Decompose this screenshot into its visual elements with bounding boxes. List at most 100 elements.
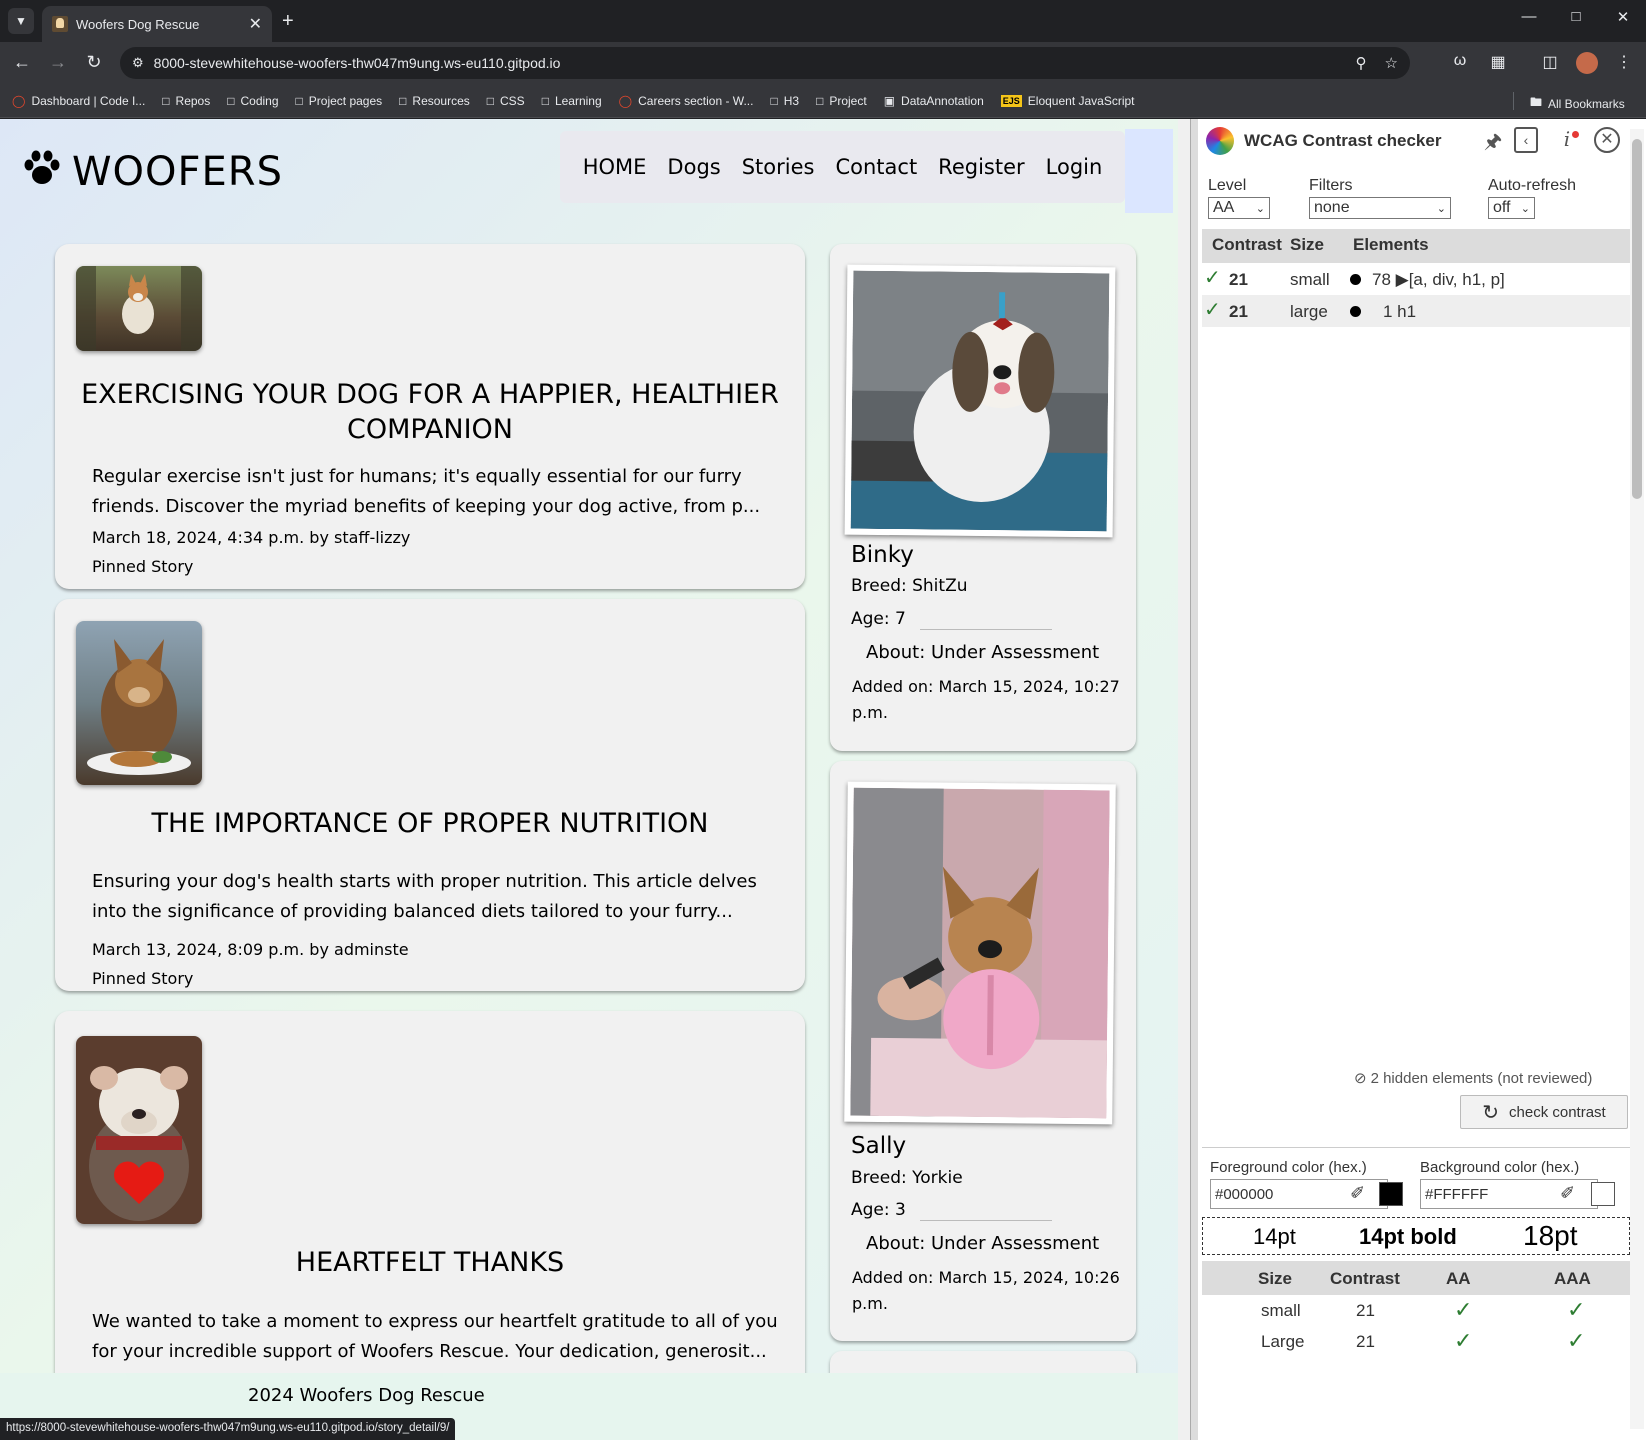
story-card[interactable]: EXERCISING YOUR DOG FOR A HAPPIER, HEALT… — [55, 244, 805, 589]
extension-w-icon[interactable]: ω — [1448, 52, 1472, 70]
story-card[interactable]: THE IMPORTANCE OF PROPER NUTRITION Ensur… — [55, 599, 805, 991]
panel-close-icon[interactable]: ✕ — [1594, 127, 1620, 153]
header-accent — [1125, 129, 1173, 213]
dog-breed: Breed: ShitZu — [851, 576, 968, 596]
bookmark-item[interactable]: ▣ DataAnnotation — [884, 94, 984, 108]
story-thumbnail[interactable] — [76, 266, 202, 351]
nav-home[interactable]: HOME — [583, 155, 647, 179]
dog-photo[interactable] — [844, 264, 1116, 538]
reload-icon[interactable]: ↻ — [82, 52, 106, 73]
tab-search-button[interactable]: ▼ — [8, 8, 34, 34]
bookmark-label: Learning — [554, 93, 602, 108]
dog-name[interactable]: Sally — [851, 1133, 906, 1159]
rheader-aaa: AAA — [1554, 1269, 1591, 1288]
story-title[interactable]: THE IMPORTANCE OF PROPER NUTRITION — [55, 806, 805, 841]
page-scrollbar[interactable] — [1178, 119, 1190, 1440]
dog-name[interactable]: Binky — [851, 542, 914, 568]
color-swatch-dot — [1350, 274, 1361, 285]
minimize-icon[interactable]: — — [1514, 8, 1544, 25]
bookmark-label: Project pages — [308, 93, 383, 108]
dog-card[interactable]: Sally Breed: Yorkie Age: 3 About: Under … — [830, 761, 1136, 1341]
bookmark-item[interactable]: □ H3 — [770, 94, 799, 108]
story-meta: March 18, 2024, 4:34 p.m. by staff-lizzy — [92, 528, 411, 547]
check-contrast-button[interactable]: ↻ check contrast — [1460, 1095, 1628, 1129]
menu-kebab-icon[interactable]: ⋮ — [1612, 52, 1636, 72]
dock-panel-icon[interactable]: ‹ — [1514, 127, 1538, 153]
bookmark-item[interactable]: □ Project pages — [296, 94, 383, 108]
bookmark-item[interactable]: □ Resources — [399, 94, 470, 108]
eye-off-icon: ⊘ — [1354, 1070, 1367, 1087]
check-contrast-label: check contrast — [1509, 1103, 1606, 1121]
filters-select[interactable]: none ⌄ — [1309, 197, 1451, 219]
side-panel-icon[interactable]: ◫ — [1538, 52, 1562, 72]
bookmark-item[interactable]: □ CSS — [487, 94, 525, 108]
fg-swatch[interactable] — [1379, 1182, 1403, 1206]
active-tab[interactable]: Woofers Dog Rescue ✕ — [42, 6, 272, 42]
wcag-title: WCAG Contrast checker — [1244, 131, 1442, 150]
nav-login[interactable]: Login — [1046, 155, 1103, 179]
eyedropper-icon[interactable]: ✐ — [1350, 1183, 1365, 1204]
story-title[interactable]: HEARTFELT THANKS — [55, 1245, 805, 1280]
site-info-icon[interactable]: ⚙ — [132, 55, 144, 71]
dog-card[interactable]: Binky Breed: ShitZu Age: 7 About: Under … — [830, 244, 1136, 751]
nav-stories[interactable]: Stories — [742, 155, 815, 179]
row-elements[interactable]: 78 ▶[a, div, h1, p] — [1372, 270, 1505, 290]
panel-scroll-thumb[interactable] — [1632, 139, 1642, 499]
forward-icon[interactable]: → — [46, 52, 70, 73]
level-label: Level — [1208, 177, 1247, 194]
nav-dogs[interactable]: Dogs — [667, 155, 720, 179]
window-close-icon[interactable]: ✕ — [1608, 8, 1638, 26]
maximize-icon[interactable]: □ — [1561, 8, 1591, 25]
autorefresh-select[interactable]: off ⌄ — [1488, 197, 1535, 219]
pin-icon[interactable]: 🖈 — [1480, 127, 1506, 161]
bg-swatch[interactable] — [1591, 1182, 1615, 1206]
result-row[interactable]: ✓ 21 large 1 h1 — [1202, 295, 1630, 327]
profile-avatar[interactable] — [1576, 52, 1598, 74]
bookmark-item[interactable]: □ Repos — [162, 94, 210, 108]
nav-register[interactable]: Register — [938, 155, 1024, 179]
story-excerpt: Regular exercise isn't just for humans; … — [92, 466, 761, 517]
bookmark-item[interactable]: □ Learning — [542, 94, 602, 108]
sample-preview: 14pt 14pt bold 18pt — [1202, 1217, 1630, 1255]
aa-pass-check-icon: ✓ — [1454, 1328, 1473, 1353]
logo-text: WOOFERS — [72, 149, 283, 195]
web-page: WOOFERS HOME Dogs Stories Contact Regist… — [0, 119, 1190, 1440]
folder-icon: □ — [295, 93, 303, 108]
panel-resize-handle[interactable] — [1190, 119, 1198, 1440]
bookmark-item[interactable]: ◯ Dashboard | Code I... — [12, 94, 145, 108]
result-row[interactable]: ✓ 21 small 78 ▶[a, div, h1, p] — [1202, 263, 1630, 295]
dog-about: About: Under Assessment — [866, 1233, 1100, 1254]
red-circle-icon: ◯ — [12, 93, 26, 108]
zoom-icon[interactable]: ⚲ — [1356, 54, 1367, 72]
eyedropper-icon[interactable]: ✐ — [1560, 1183, 1575, 1204]
url-text[interactable]: 8000-stevewhitehouse-woofers-thw047m9ung… — [154, 55, 1338, 71]
bookmark-item[interactable]: ◯ Careers section - W... — [619, 94, 754, 108]
tab-close-icon[interactable]: ✕ — [249, 14, 262, 34]
bookmark-item[interactable]: □ Coding — [227, 94, 278, 108]
story-thumbnail[interactable] — [76, 1036, 202, 1224]
address-bar[interactable]: ⚙ 8000-stevewhitehouse-woofers-thw047m9u… — [120, 47, 1410, 79]
story-thumbnail[interactable] — [76, 621, 202, 785]
result-size-large: Large — [1261, 1332, 1305, 1351]
folder-icon: 🖿 — [1530, 95, 1543, 109]
all-bookmarks-label: All Bookmarks — [1548, 96, 1625, 111]
new-tab-button[interactable]: + — [282, 10, 294, 33]
story-title[interactable]: EXERCISING YOUR DOG FOR A HAPPIER, HEALT… — [55, 377, 805, 447]
filters-label: Filters — [1309, 177, 1353, 194]
dog-breed: Breed: Yorkie — [851, 1168, 963, 1188]
nav-contact[interactable]: Contact — [835, 155, 917, 179]
footer-copyright: 2024 Woofers Dog Rescue — [248, 1385, 485, 1406]
level-select[interactable]: AA ⌄ — [1208, 197, 1270, 219]
bookmark-item[interactable]: EJS Eloquent JavaScript — [1000, 94, 1135, 108]
hidden-note-text: 2 hidden elements (not reviewed) — [1370, 1070, 1593, 1087]
bookmark-item[interactable]: □ Project — [816, 94, 867, 108]
all-bookmarks[interactable]: 🖿 All Bookmarks — [1530, 93, 1625, 114]
row-elements[interactable]: 1 h1 — [1383, 302, 1416, 322]
site-logo[interactable]: WOOFERS — [22, 149, 283, 195]
bookmarks-bar: ◯ Dashboard | Code I... □ Repos □ Coding □ Proj… — [0, 84, 1646, 118]
bookmark-star-icon[interactable]: ☆ — [1385, 54, 1398, 72]
dog-photo[interactable] — [844, 781, 1116, 1125]
back-icon[interactable]: ← — [10, 52, 34, 73]
aaa-pass-check-icon: ✓ — [1567, 1297, 1586, 1322]
extensions-puzzle-icon[interactable]: ▦ — [1486, 52, 1510, 72]
